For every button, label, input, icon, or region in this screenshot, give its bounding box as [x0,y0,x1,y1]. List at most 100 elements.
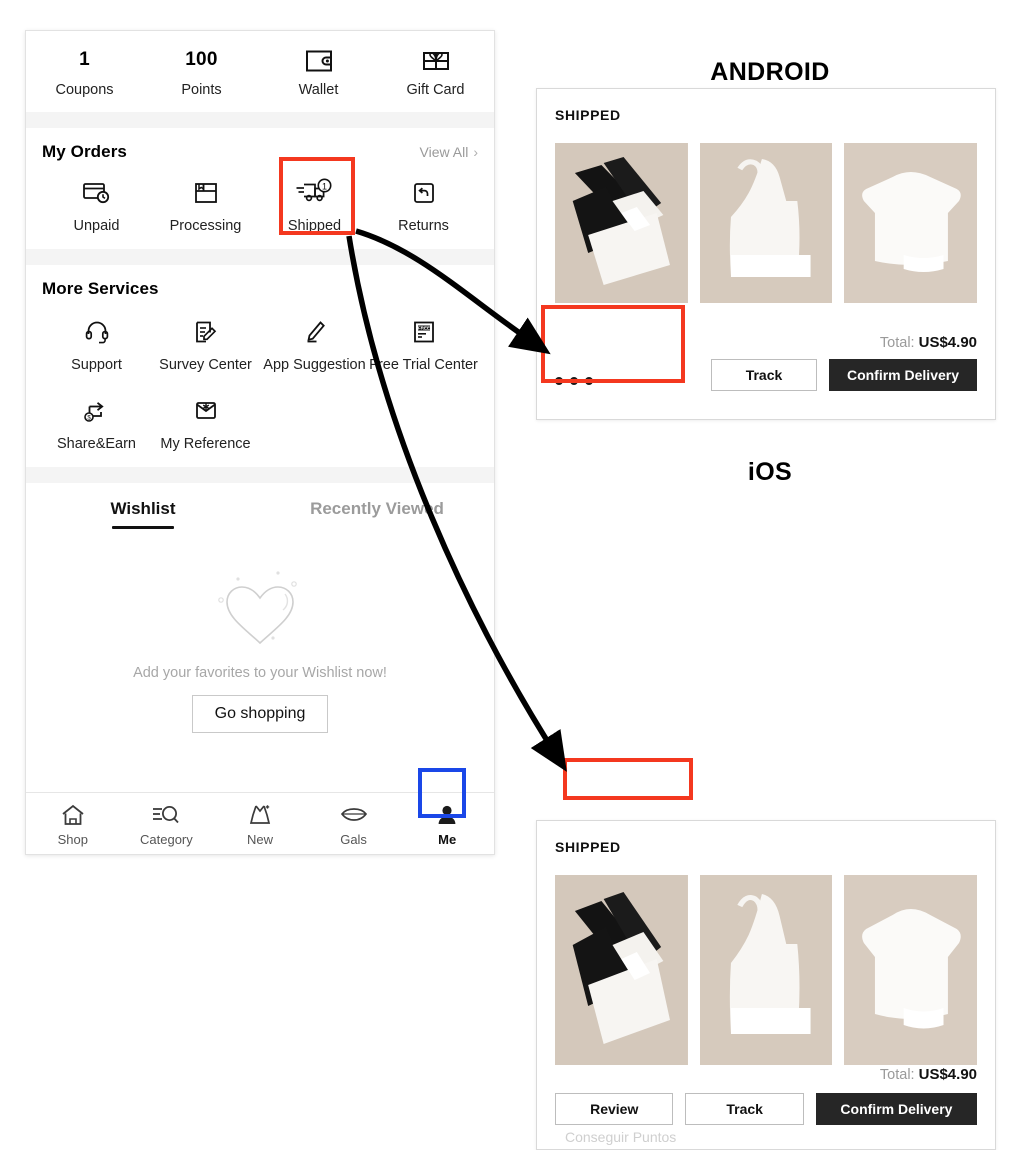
ios-product-thumb-1[interactable] [555,875,688,1065]
tabbar-item-shop[interactable]: Shop [26,801,120,847]
ios-product-thumbs [555,875,978,1065]
android-panel-title: ANDROID [710,58,830,86]
ios-status-label: SHIPPED [555,839,621,855]
ios-product-thumb-3[interactable] [844,875,978,1065]
service-app-suggestion-label: App Suggestion [263,357,366,373]
survey-pencil-icon [151,315,260,349]
points-label: Points [181,82,222,98]
section-divider [26,112,494,128]
ios-confirm-delivery-button[interactable]: Confirm Delivery [815,1093,977,1125]
android-track-button[interactable]: Track [711,359,817,391]
services-row-2: $ Share&Earn ✱ My Reference [42,390,478,453]
lips-icon [307,801,401,829]
service-my-reference[interactable]: ✱ My Reference [151,390,260,453]
product-thumb-2[interactable] [699,143,833,303]
free-tag-icon: FREE [369,315,478,349]
android-order-inner: SHIPPED [537,89,995,303]
tab-recently-viewed[interactable]: Recently Viewed [260,499,494,537]
service-support[interactable]: Support [42,311,151,374]
section-divider-3 [26,467,494,483]
wishlist-tabs: Wishlist Recently Viewed [26,483,494,537]
phone-mockup: 1 Coupons 100 Points Wallet Gift Card My… [25,30,495,855]
order-status-processing[interactable]: Processing [151,172,260,235]
stat-coupons[interactable]: 1 Coupons [26,47,143,98]
chevron-right-icon: › [473,144,478,160]
dress-sparkle-icon [213,801,307,829]
service-survey-center-label: Survey Center [159,357,252,373]
wishlist-block: Wishlist Recently Viewed Add your favori… [26,483,494,741]
ios-action-buttons: Review Track Confirm Delivery [555,1093,977,1125]
service-survey-center[interactable]: Survey Center [151,311,260,374]
processing-box-icon [151,176,260,210]
view-all-orders-link[interactable]: View All › [420,144,478,160]
tab-wishlist[interactable]: Wishlist [26,499,260,537]
order-status-unpaid-label: Unpaid [73,218,120,234]
android-total-value: US$4.90 [918,334,977,351]
section-divider-2 [26,249,494,265]
wallet-label: Wallet [298,82,339,98]
my-orders-header: My Orders View All › [42,142,478,162]
my-orders-block: My Orders View All › Unpaid Processing 1… [26,128,494,249]
gift-card-label: Gift Card [406,82,465,98]
service-free-trial-center-label: Free Trial Center [369,357,478,373]
gift-card-icon [377,47,494,75]
android-total-label: Total: [879,335,915,351]
ios-total-value: US$4.90 [918,1066,977,1083]
highlight-android-review [541,305,685,383]
order-status-returns-label: Returns [398,218,449,234]
services-row-1: Support Survey Center App Suggestion FRE… [42,311,478,374]
tabbar-item-category[interactable]: Category [120,801,214,847]
tabbar-item-new-label: New [246,831,273,847]
android-product-thumbs [555,143,978,303]
stat-wallet[interactable]: Wallet [260,47,377,98]
ios-panel-title: iOS [747,458,793,486]
android-confirm-delivery-button[interactable]: Confirm Delivery [829,359,977,391]
coupons-count: 1 [79,49,90,70]
envelope-star-icon: ✱ [151,394,260,428]
product-thumb-1[interactable] [555,143,688,303]
coupons-label: Coupons [55,82,114,98]
service-my-reference-label: My Reference [160,436,251,452]
order-status-processing-label: Processing [169,218,242,234]
headset-icon [42,315,151,349]
service-share-and-earn[interactable]: $ Share&Earn [42,390,151,453]
ios-total-row: Total: US$4.90 [880,1066,977,1083]
service-free-trial-center[interactable]: FREE Free Trial Center [369,311,478,374]
service-share-and-earn-label: Share&Earn [57,436,136,452]
ios-review-button[interactable]: Review [555,1093,674,1125]
go-shopping-button[interactable]: Go shopping [191,695,329,733]
order-status-unpaid[interactable]: Unpaid [42,172,151,235]
category-search-icon [120,801,214,829]
service-app-suggestion[interactable]: App Suggestion [260,311,369,374]
wishlist-empty-state: Add your favorites to your Wishlist now!… [26,537,494,741]
tabbar-item-gals-label: Gals [340,831,367,847]
tabbar-item-new[interactable]: New [213,801,307,847]
home-icon [26,801,120,829]
highlight-ios-review [563,758,693,800]
tabbar-item-gals[interactable]: Gals [307,801,401,847]
order-status-returns[interactable]: Returns [369,172,478,235]
view-all-label: View All [419,144,469,160]
tab-active-underline [112,526,174,529]
product-thumb-3[interactable] [844,143,978,303]
service-support-label: Support [71,357,122,373]
stat-points[interactable]: 100 Points [143,47,260,98]
tab-recently-viewed-label: Recently Viewed [310,499,444,518]
android-action-buttons: Track Confirm Delivery [711,359,977,391]
more-services-title: More Services [42,279,159,298]
svg-text:FREE: FREE [417,326,429,331]
ios-order-inner: SHIPPED [537,821,995,1065]
android-status-label: SHIPPED [555,107,621,123]
tabbar-item-shop-label: Shop [57,831,88,847]
stat-gift-card[interactable]: Gift Card [377,47,494,98]
points-count: 100 [185,49,218,70]
unpaid-card-clock-icon [42,176,151,210]
ios-track-button[interactable]: Track [685,1093,804,1125]
order-status-row: Unpaid Processing 1 Shipped Returns [42,172,478,235]
highlight-me-tab [418,768,466,818]
my-orders-title: My Orders [42,142,127,161]
more-services-block: More Services Support Survey Center App … [26,265,494,467]
ios-product-thumb-2[interactable] [699,875,833,1065]
wallet-icon [260,47,377,75]
returns-arrow-icon [369,176,478,210]
